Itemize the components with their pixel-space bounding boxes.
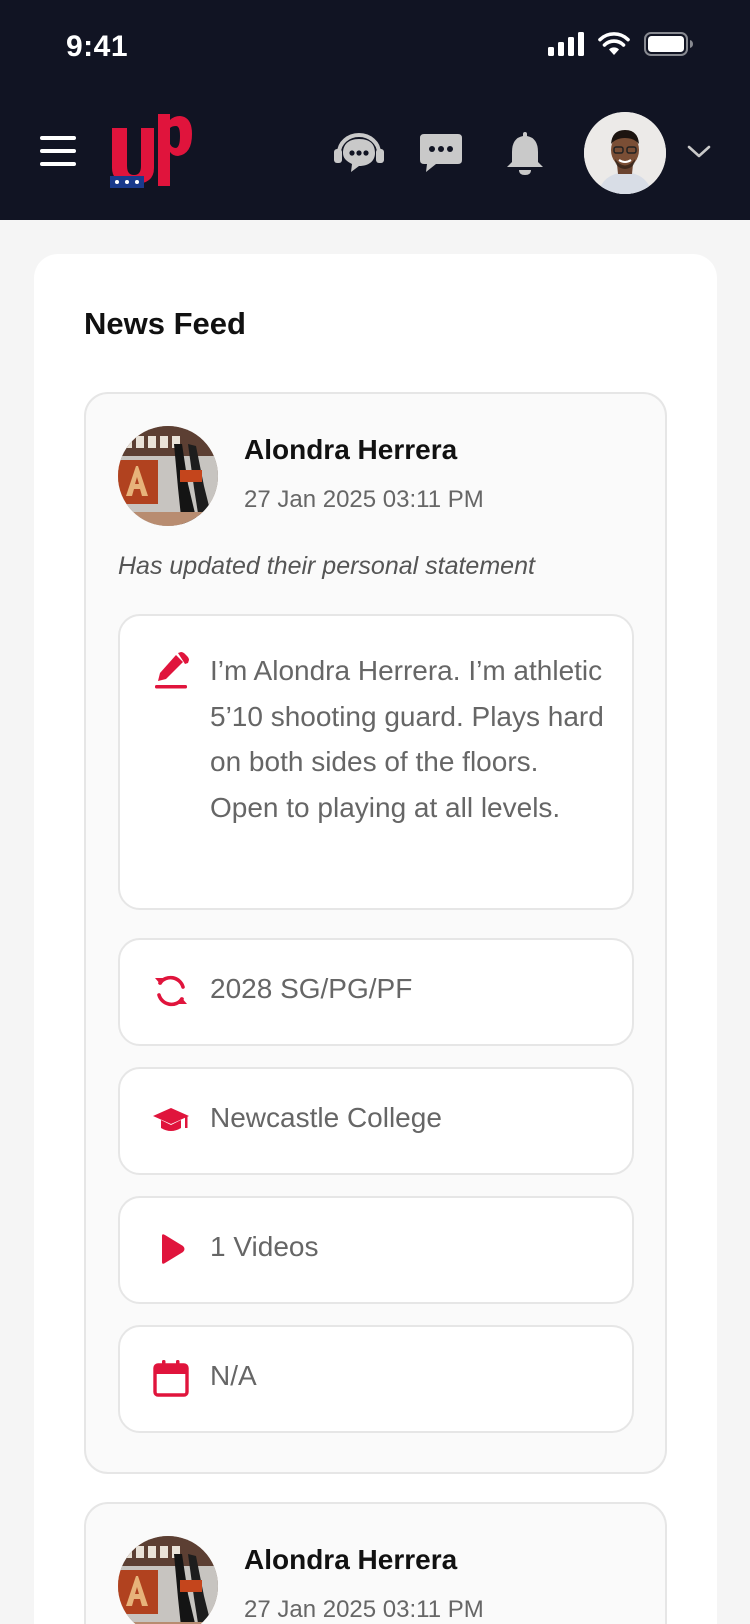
page-title: News Feed: [84, 306, 246, 341]
bell-icon[interactable]: [498, 128, 552, 178]
position-box: 2028 SG/PG/PF: [118, 938, 634, 1046]
post-author-name[interactable]: Alondra Herrera: [244, 1544, 457, 1576]
calendar-icon: [153, 1360, 189, 1397]
school-box: Newcastle College: [118, 1067, 634, 1175]
battery-icon: [644, 32, 693, 56]
news-feed-card: News Feed Alondra Herrera 27 Jan 2025 03…: [34, 254, 717, 1624]
post-activity-text: Has updated their personal statement: [118, 552, 535, 580]
status-icons: [548, 32, 694, 56]
chevron-down-icon[interactable]: [686, 141, 712, 161]
post-author-name[interactable]: Alondra Herrera: [244, 434, 457, 466]
support-headset-icon[interactable]: [332, 128, 386, 178]
videos-box[interactable]: 1 Videos: [118, 1196, 634, 1304]
school-text: Newcastle College: [210, 1102, 442, 1133]
post-author-avatar[interactable]: [118, 426, 218, 526]
app-logo[interactable]: [110, 114, 192, 194]
user-avatar[interactable]: [584, 112, 666, 194]
sync-arrows-icon: [155, 975, 187, 1007]
chat-bubble-icon[interactable]: [414, 128, 468, 178]
post-author-avatar[interactable]: [118, 1536, 218, 1624]
status-time: 9:41: [66, 30, 129, 63]
feed-post[interactable]: Alondra Herrera 27 Jan 2025 03:11 PM: [84, 1502, 667, 1624]
personal-statement-box: I’m Alondra Herrera. I’m athletic 5’10 s…: [118, 614, 634, 910]
videos-count-text: 1 Videos: [210, 1231, 319, 1262]
graduation-cap-icon: [153, 1108, 189, 1131]
wifi-icon: [598, 32, 630, 55]
post-timestamp: 27 Jan 2025 03:11 PM: [244, 1596, 484, 1623]
personal-statement-text: I’m Alondra Herrera. I’m athletic 5’10 s…: [210, 655, 604, 823]
post-timestamp: 27 Jan 2025 03:11 PM: [244, 486, 484, 513]
app-header: 9:41: [0, 0, 750, 220]
signal-icon: [548, 32, 584, 56]
feed-post[interactable]: Alondra Herrera 27 Jan 2025 03:11 PM Has…: [84, 392, 667, 1474]
date-box: N/A: [118, 1325, 634, 1433]
position-text: 2028 SG/PG/PF: [210, 973, 413, 1004]
edit-pencil-icon: [155, 652, 189, 689]
play-icon: [162, 1234, 185, 1264]
hamburger-menu-icon[interactable]: [40, 136, 76, 166]
date-info-text: N/A: [210, 1360, 257, 1391]
